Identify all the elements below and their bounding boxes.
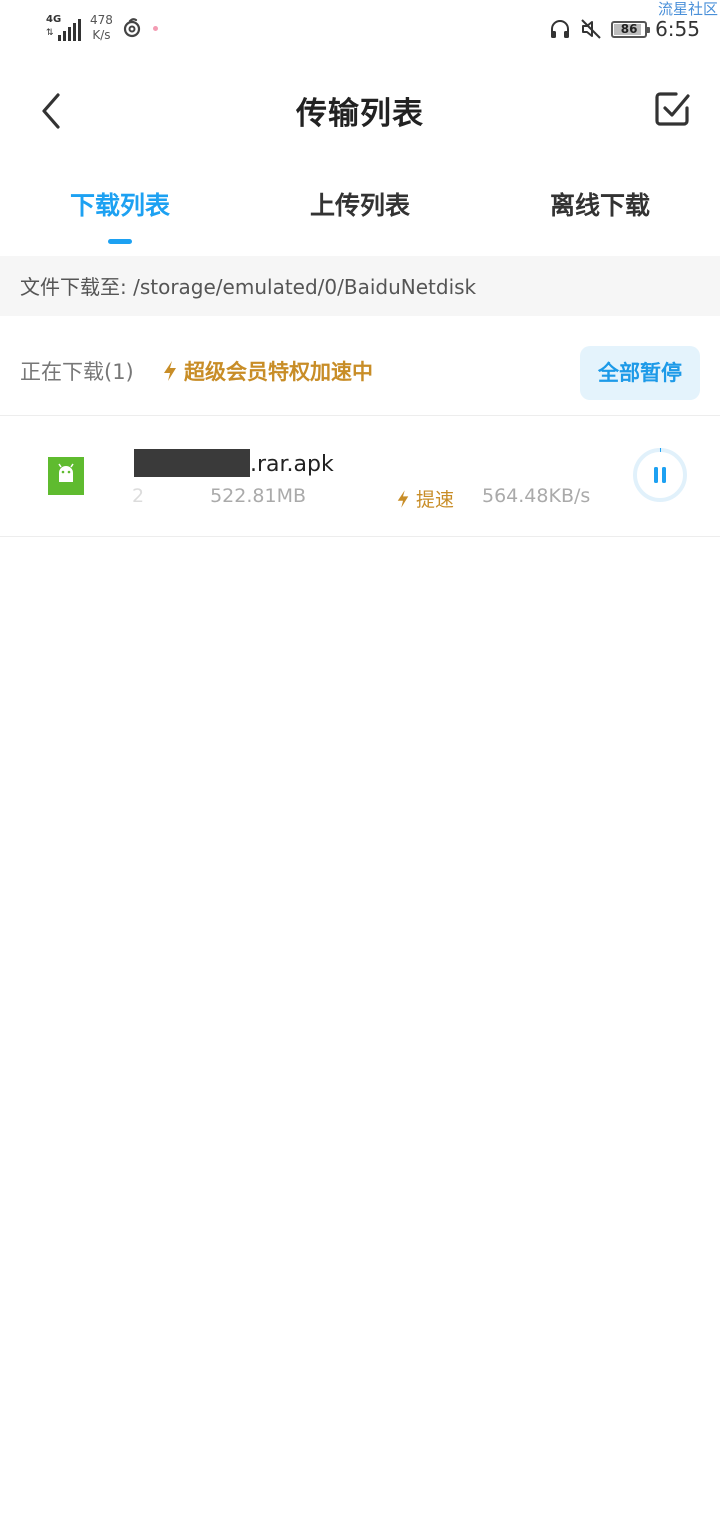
tab-label: 下载列表: [69, 191, 170, 220]
clock: 6:55: [655, 17, 700, 41]
pause-icon[interactable]: [632, 447, 688, 503]
netease-music-icon: [123, 18, 141, 38]
download-item[interactable]: .rar.apk 2 522.81MB 提速 564.48KB/s: [0, 417, 720, 537]
headset-icon: [551, 20, 570, 38]
file-name-suffix: .rar.apk: [250, 452, 334, 477]
tab-active-indicator: [108, 239, 132, 244]
tab-label: 离线下载: [549, 191, 650, 220]
download-path-bar: 文件下载至: /storage/emulated/0/BaiduNetdisk: [0, 256, 720, 316]
select-checkbox-icon[interactable]: [646, 84, 696, 134]
file-name: .rar.apk: [134, 449, 334, 477]
speedup-badge: 提速: [396, 485, 454, 512]
download-speed: 564.48KB/s: [482, 485, 591, 507]
transfer-list-screen: 4G ⇅ 478 K/s 86 6:55 流星社区 传输列表 下载列表 上传列表…: [0, 0, 720, 1520]
downloaded-size: 2: [132, 485, 145, 507]
tab-label: 上传列表: [309, 191, 410, 220]
vip-acceleration-badge: 超级会员特权加速中: [162, 356, 373, 386]
page-title: 传输列表: [296, 96, 424, 132]
status-bar-left: 4G ⇅ 478 K/s: [46, 10, 158, 46]
downloading-count: 正在下载(1): [20, 360, 134, 384]
status-bar: 4G ⇅ 478 K/s 86 6:55 流星社区: [0, 0, 720, 56]
network-speed-value: 478: [90, 13, 113, 27]
lightning-icon: [397, 489, 409, 508]
lightning-icon: [164, 361, 176, 381]
network-speed: 478 K/s: [90, 13, 113, 43]
notification-dot-icon: [152, 25, 158, 31]
network-speed-unit: K/s: [92, 28, 111, 42]
android-apk-icon: [48, 457, 84, 495]
battery-level: 86: [620, 21, 638, 36]
speedup-label: 提速: [416, 489, 455, 511]
tab-offline-download[interactable]: 离线下载: [480, 168, 720, 254]
tab-bar: 下载列表 上传列表 离线下载: [0, 168, 720, 254]
cellular-signal-icon: 4G ⇅: [46, 15, 82, 41]
mute-icon: [581, 19, 601, 39]
battery-icon: 86: [611, 20, 651, 38]
app-header: 传输列表: [0, 62, 720, 158]
signal-bars: [58, 19, 81, 41]
data-arrows-icon: ⇅: [46, 28, 54, 38]
watermark: 流星社区: [657, 0, 718, 18]
total-size: 522.81MB: [210, 485, 307, 507]
file-progress: 2 522.81MB: [132, 485, 306, 507]
redacted-filename-block: [134, 449, 250, 477]
vip-acceleration-label: 超级会员特权加速中: [184, 360, 373, 384]
downloading-section-header: 正在下载(1) 超级会员特权加速中 全部暂停: [0, 316, 720, 416]
tab-download-list[interactable]: 下载列表: [0, 168, 240, 254]
pause-all-button[interactable]: 全部暂停: [580, 346, 700, 400]
download-path-text: 文件下载至: /storage/emulated/0/BaiduNetdisk: [20, 275, 477, 299]
tab-upload-list[interactable]: 上传列表: [240, 168, 480, 254]
